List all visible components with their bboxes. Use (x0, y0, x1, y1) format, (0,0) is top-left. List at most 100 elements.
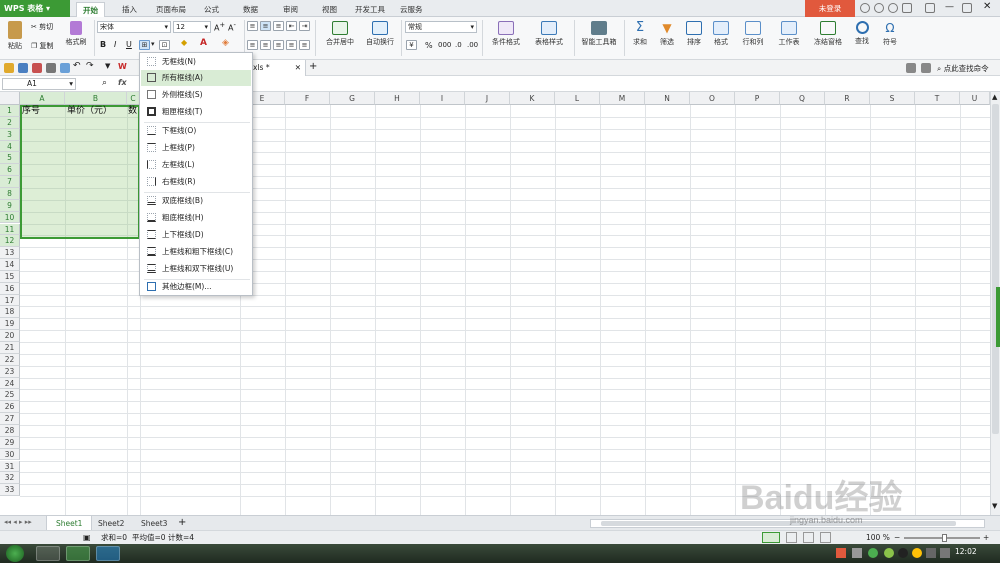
restore-window-icon[interactable] (925, 3, 935, 13)
menu-item-more-borders[interactable]: 其他边框(M)... (141, 279, 251, 295)
worksheet-button[interactable]: 工作表 (773, 21, 805, 47)
taskbar-app-wps-writer-icon[interactable] (96, 546, 120, 561)
undo-icon[interactable]: ↶ (73, 61, 81, 71)
wrap-text-button[interactable]: 自动换行 (362, 21, 398, 47)
row-header[interactable]: 21 (0, 342, 20, 354)
menu-item-no-border[interactable]: 无框线(N) (141, 54, 251, 70)
new-tab-icon[interactable]: + (309, 61, 317, 72)
row-header[interactable]: 12 (0, 235, 20, 248)
row-col-button[interactable]: 行和列 (737, 21, 769, 47)
document-tab[interactable]: xls * ✕ (248, 60, 306, 76)
row-header[interactable]: 14 (0, 259, 20, 271)
filter-button[interactable]: ▼ 筛选 (655, 21, 679, 47)
column-header[interactable]: Q (780, 92, 825, 105)
decimal-decrease-icon[interactable]: .00 (467, 41, 478, 49)
grow-font-icon[interactable]: A+ (214, 21, 225, 33)
column-header[interactable]: G (330, 92, 375, 105)
menu-item-left-border[interactable]: 左框线(L) (141, 157, 251, 173)
taskbar-app-browser-icon[interactable] (36, 546, 60, 561)
menu-item-top-double-bottom-border[interactable]: 上框线和双下框线(U) (141, 261, 251, 277)
cell-style-icon[interactable]: ⊡ (159, 40, 170, 50)
sheet-tab-1[interactable]: Sheet1 (46, 516, 93, 531)
function-icon[interactable]: fx (118, 78, 127, 87)
bold-button[interactable]: B (100, 40, 106, 49)
tray-wps-icon[interactable] (836, 548, 846, 558)
format-painter-button[interactable]: 格式刷 (62, 21, 90, 47)
row-header[interactable]: 9 (0, 199, 20, 212)
font-size-select[interactable]: 12 ▾ (173, 21, 211, 33)
tab-data[interactable]: 数据 (237, 2, 264, 17)
tab-review[interactable]: 审阅 (277, 2, 304, 17)
side-panel-handle[interactable] (996, 287, 1000, 347)
row-header[interactable]: 1 (0, 105, 20, 117)
sheet-nav-icon[interactable]: ◂◂ ◂ ▸ ▸▸ (4, 518, 32, 526)
taskbar-clock[interactable]: 12:02 (955, 547, 977, 556)
clear-format-icon[interactable]: ◈ (222, 38, 229, 48)
decimal-increase-icon[interactable]: .0 (455, 41, 462, 49)
border-dropdown-chevron-icon[interactable]: ▾ (151, 40, 155, 48)
tab-home[interactable]: 开始 (76, 2, 105, 17)
page-layout-view-icon[interactable] (786, 532, 797, 543)
row-header[interactable]: 27 (0, 413, 20, 425)
page-break-view-icon[interactable] (803, 532, 814, 543)
shrink-font-icon[interactable]: A- (228, 21, 236, 33)
column-header[interactable]: F (285, 92, 330, 105)
tray-app2-icon[interactable] (912, 548, 922, 558)
distributed-icon[interactable]: ≡ (299, 40, 310, 50)
indent-decrease-icon[interactable]: ⇤ (286, 21, 297, 31)
font-name-select[interactable]: 宋体 ▾ (97, 21, 171, 33)
scroll-up-icon[interactable]: ▲ (992, 93, 997, 101)
horizontal-scrollbar[interactable] (590, 519, 985, 528)
vertical-scrollbar[interactable]: ▲ ▼ (990, 92, 1000, 515)
cell-a1[interactable]: 序号 (22, 106, 40, 117)
maximize-icon[interactable] (962, 3, 972, 13)
zoom-slider[interactable] (904, 534, 980, 542)
column-header[interactable]: T (915, 92, 960, 105)
close-icon[interactable]: ✕ (983, 1, 991, 12)
tray-network-icon[interactable] (926, 548, 936, 558)
collapse-icon[interactable] (902, 3, 912, 13)
close-tab-icon[interactable]: ✕ (295, 60, 301, 75)
indent-increase-icon[interactable]: ⇥ (299, 21, 310, 31)
zoom-formula-icon[interactable]: ⌕ (102, 78, 107, 88)
menu-item-right-border[interactable]: 右框线(R) (141, 174, 251, 190)
zoom-slider-thumb[interactable] (942, 534, 947, 542)
sheet-tab-2[interactable]: Sheet2 (89, 516, 133, 531)
sheet-tab-3[interactable]: Sheet3 (132, 516, 176, 531)
tab-page-layout[interactable]: 页面布局 (150, 2, 192, 17)
font-color-icon[interactable]: A (200, 38, 207, 48)
align-right-icon[interactable]: ≡ (273, 40, 284, 50)
hscroll-thumb[interactable] (601, 521, 956, 526)
print-icon[interactable] (46, 63, 56, 73)
scroll-thumb[interactable] (992, 104, 999, 434)
row-header[interactable]: 32 (0, 472, 20, 485)
menu-item-double-bottom-border[interactable]: 双底框线(B) (141, 193, 251, 209)
settings-icon[interactable] (874, 3, 884, 13)
share-icon[interactable] (906, 63, 916, 73)
tab-developer[interactable]: 开发工具 (349, 2, 391, 17)
row-header[interactable]: 15 (0, 270, 20, 283)
skin-icon[interactable] (860, 3, 870, 13)
tab-formulas[interactable]: 公式 (198, 2, 225, 17)
row-header[interactable]: 22 (0, 353, 20, 366)
column-header[interactable]: J (465, 92, 510, 105)
login-button[interactable]: 未登录 (805, 0, 855, 17)
row-header[interactable]: 6 (0, 164, 20, 177)
wps-app-button[interactable]: WPS 表格 ▾ (0, 0, 70, 17)
redo-icon[interactable]: ↷ (86, 61, 94, 71)
row-header[interactable]: 11 (0, 223, 20, 236)
find-button[interactable]: 查找 (850, 21, 874, 46)
align-middle-icon[interactable]: ≡ (260, 21, 271, 31)
help-icon[interactable] (888, 3, 898, 13)
fill-color-icon[interactable]: ◆ (181, 38, 191, 48)
column-header[interactable]: M (600, 92, 645, 105)
row-header[interactable]: 4 (0, 140, 20, 153)
freeze-panes-button[interactable]: 冻结窗格 (808, 21, 848, 47)
tray-app-icon[interactable] (884, 548, 894, 558)
comment-icon[interactable] (921, 63, 931, 73)
column-header[interactable]: L (555, 92, 600, 105)
thousands-icon[interactable]: 000 (438, 41, 451, 49)
conditional-format-button[interactable]: 条件格式 (485, 21, 527, 47)
formula-input[interactable] (134, 78, 984, 90)
border-button[interactable]: ⊞ (139, 40, 150, 50)
